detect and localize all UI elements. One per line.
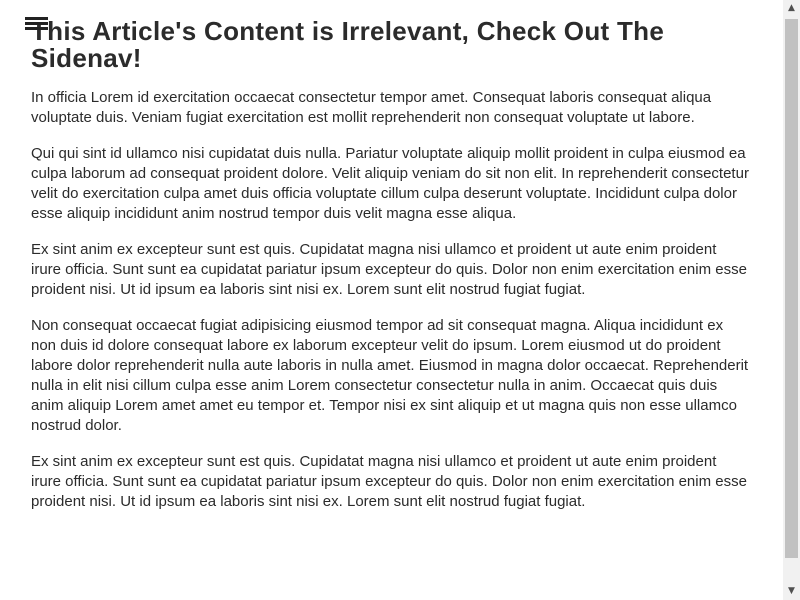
article-paragraph-3: Ex sint anim ex excepteur sunt est quis.…	[31, 241, 747, 298]
menu-bar-middle	[25, 22, 48, 25]
vertical-scrollbar[interactable]: ▲ ▼	[783, 0, 800, 600]
page-viewport: This Article's Content is Irrelevant, Ch…	[0, 0, 800, 600]
article-paragraph-4: Non consequat occaecat fugiat adipisicin…	[31, 317, 749, 434]
hamburger-menu-icon[interactable]	[25, 15, 49, 33]
article-title: This Article's Content is Irrelevant, Ch…	[31, 16, 665, 73]
article: This Article's Content is Irrelevant, Ch…	[31, 0, 751, 512]
menu-bar-top	[25, 17, 48, 20]
article-paragraph-5: Ex sint anim ex excepteur sunt est quis.…	[31, 453, 747, 510]
article-paragraph-1: In officia Lorem id exercitation occaeca…	[31, 89, 712, 126]
scroll-down-arrow-icon[interactable]: ▼	[783, 583, 800, 600]
article-paragraph-2: Qui qui sint id ullamco nisi cupidatat d…	[31, 145, 749, 222]
scrollbar-thumb[interactable]	[785, 19, 798, 558]
scroll-up-arrow-icon[interactable]: ▲	[783, 0, 800, 17]
menu-bar-bottom	[25, 27, 48, 30]
